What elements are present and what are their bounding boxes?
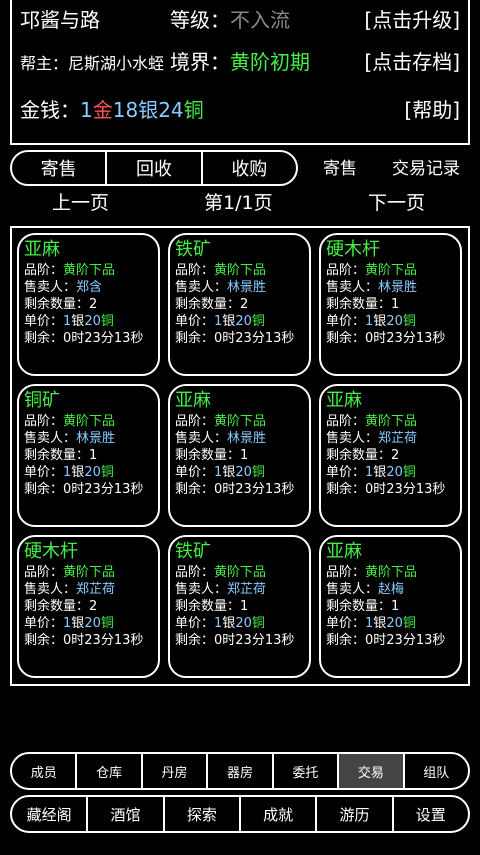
item-price: 单价：1银20铜 [326,616,416,631]
item-grid: 亚麻 品阶：黄阶下品 售卖人：郑含 剩余数量：2 单价：1银20铜 剩余：0时23分13秒… [10,226,470,686]
item-time-remaining: 剩余：0时23分13秒 [326,633,446,648]
nav-item-team[interactable]: 组队 [405,754,468,788]
item-name: 铁矿 [175,541,211,562]
player-name: 邛酱与路 [20,8,100,32]
tab-recycle[interactable]: 回收 [107,152,203,184]
item-grade: 品阶：黄阶下品 [24,414,116,429]
item-seller: 售卖人：郑芷荷 [175,582,267,597]
tab-purchase[interactable]: 收购 [203,152,296,184]
item-seller: 售卖人：郑含 [24,280,103,295]
item-card[interactable]: 亚麻品阶：黄阶下品 售卖人：赵梅 剩余数量：1 单价：1银20铜剩余：0时23分13秒 [319,535,462,678]
item-name: 铜矿 [24,390,60,411]
item-card[interactable]: 亚麻品阶：黄阶下品 售卖人：林景胜 剩余数量：1 单价：1银20铜剩余：0时23分13… [168,384,311,527]
level-label: 等级： [170,8,230,32]
item-price: 单价：1银20铜 [175,465,265,480]
item-grade: 品阶：黄阶下品 [175,565,267,580]
trade-tabs: 寄售 回收 收购 [10,150,298,186]
item-time-remaining: 剩余：0时23分13秒 [24,633,144,648]
item-card[interactable]: 硬木杆品阶：黄阶下品 售卖人：郑芷荷 剩余数量：2 单价：1银20铜剩余：0时23分1… [17,535,160,678]
player-status-panel: 邛酱与路 等级： 不入流 [点击升级] 帮主：尼斯湖小水蛭 境界： 黄阶初期 [… [10,0,470,145]
nav-item-travel[interactable]: 游历 [317,797,394,831]
tab-consign[interactable]: 寄售 [12,152,108,184]
item-seller: 售卖人：郑芷荷 [326,431,418,446]
item-grade: 品阶：黄阶下品 [326,565,418,580]
nav-item-trade[interactable]: 交易 [339,754,405,788]
nav-bar-bottom: 藏经阁 酒馆 探索 成就 游历 设置 [10,795,470,833]
item-card[interactable]: 铜矿品阶：黄阶下品 售卖人：林景胜 剩余数量：1 单价：1银20铜剩余：0时23分13… [17,384,160,527]
nav-item-members[interactable]: 成员 [12,754,78,788]
help-button[interactable]: [帮助] [404,94,460,123]
item-grade: 品阶：黄阶下品 [24,565,116,580]
item-grade: 品阶：黄阶下品 [175,263,267,278]
item-grade: 品阶：黄阶下品 [326,263,418,278]
item-price: 单价：1银20铜 [24,616,114,631]
nav-item-forge-room[interactable]: 器房 [208,754,274,788]
item-quantity: 剩余数量：1 [326,297,400,312]
nav-item-tavern[interactable]: 酒馆 [88,797,165,831]
item-time-remaining: 剩余：0时23分13秒 [175,633,295,648]
consign-button[interactable]: 寄售 [323,154,357,179]
item-seller: 售卖人：林景胜 [175,280,267,295]
item-quantity: 剩余数量：1 [24,448,98,463]
item-name: 亚麻 [326,541,362,562]
prev-page-button[interactable]: 上一页 [52,188,109,215]
nav-item-library[interactable]: 藏经阁 [12,797,89,831]
item-name: 亚麻 [175,390,211,411]
item-quantity: 剩余数量：2 [326,448,400,463]
item-price: 单价：1银20铜 [175,314,265,329]
nav-bar-top: 成员 仓库 丹房 器房 委托 交易 组队 [10,752,470,790]
item-time-remaining: 剩余：0时23分13秒 [24,482,144,497]
item-seller: 售卖人：赵梅 [326,582,405,597]
item-quantity: 剩余数量：2 [24,297,98,312]
item-time-remaining: 剩余：0时23分13秒 [175,482,295,497]
nav-item-warehouse[interactable]: 仓库 [77,754,143,788]
item-card[interactable]: 亚麻品阶：黄阶下品 售卖人：郑芷荷 剩余数量：2 单价：1银20铜剩余：0时23分13… [319,384,462,527]
item-seller: 售卖人：郑芷荷 [24,582,116,597]
item-seller: 售卖人：林景胜 [24,431,116,446]
nav-item-commission[interactable]: 委托 [274,754,340,788]
item-price: 单价：1银20铜 [24,314,114,329]
item-card[interactable]: 铁矿品阶：黄阶下品 售卖人：郑芷荷 剩余数量：1 单价：1银20铜剩余：0时23分13… [168,535,311,678]
item-time-remaining: 剩余：0时23分13秒 [326,482,446,497]
item-time-remaining: 剩余：0时23分13秒 [326,331,446,346]
item-quantity: 剩余数量：2 [24,599,98,614]
item-price: 单价：1银20铜 [326,465,416,480]
item-quantity: 剩余数量：1 [175,448,249,463]
item-name: 硬木杆 [326,239,380,260]
level-value: 不入流 [230,8,290,32]
trade-records-button[interactable]: 交易记录 [392,154,460,179]
item-quantity: 剩余数量：1 [326,599,400,614]
money-display: 金钱：1金18银24铜 [20,98,204,122]
item-name: 亚麻 [326,390,362,411]
save-button[interactable]: [点击存档] [364,46,460,75]
next-page-button[interactable]: 下一页 [368,188,425,215]
item-time-remaining: 剩余：0时23分13秒 [24,331,144,346]
realm-value: 黄阶初期 [230,50,310,74]
item-time-remaining: 剩余：0时23分13秒 [175,331,295,346]
item-quantity: 剩余数量：1 [175,599,249,614]
page-indicator: 第1/1页 [204,192,273,214]
item-name: 硬木杆 [24,541,78,562]
nav-item-explore[interactable]: 探索 [165,797,241,831]
item-seller: 售卖人：林景胜 [326,280,418,295]
item-price: 单价：1银20铜 [326,314,416,329]
nav-item-settings[interactable]: 设置 [394,797,468,831]
nav-item-achievements[interactable]: 成就 [241,797,318,831]
gang-leader: 帮主：尼斯湖小水蛭 [20,54,165,73]
item-seller: 售卖人：林景胜 [175,431,267,446]
realm-label: 境界： [170,50,230,74]
item-name: 亚麻 [24,239,60,260]
item-quantity: 剩余数量：2 [175,297,249,312]
item-grade: 品阶：黄阶下品 [326,414,418,429]
item-grade: 品阶：黄阶下品 [175,414,267,429]
item-price: 单价：1银20铜 [175,616,265,631]
item-name: 铁矿 [175,239,211,260]
item-card[interactable]: 硬木杆品阶：黄阶下品 售卖人：林景胜 剩余数量：1 单价：1银20铜剩余：0时23分1… [319,233,462,376]
item-card[interactable]: 铁矿品阶：黄阶下品 售卖人：林景胜 剩余数量：2 单价：1银20铜剩余：0时23分13… [168,233,311,376]
item-price: 单价：1银20铜 [24,465,114,480]
item-grade: 品阶：黄阶下品 [24,263,116,278]
item-card[interactable]: 亚麻品阶：黄阶下品 售卖人：郑含 剩余数量：2 单价：1银20铜剩余：0时23分13秒 [17,233,160,376]
upgrade-button[interactable]: [点击升级] [364,4,460,33]
nav-item-alchemy-room[interactable]: 丹房 [143,754,209,788]
